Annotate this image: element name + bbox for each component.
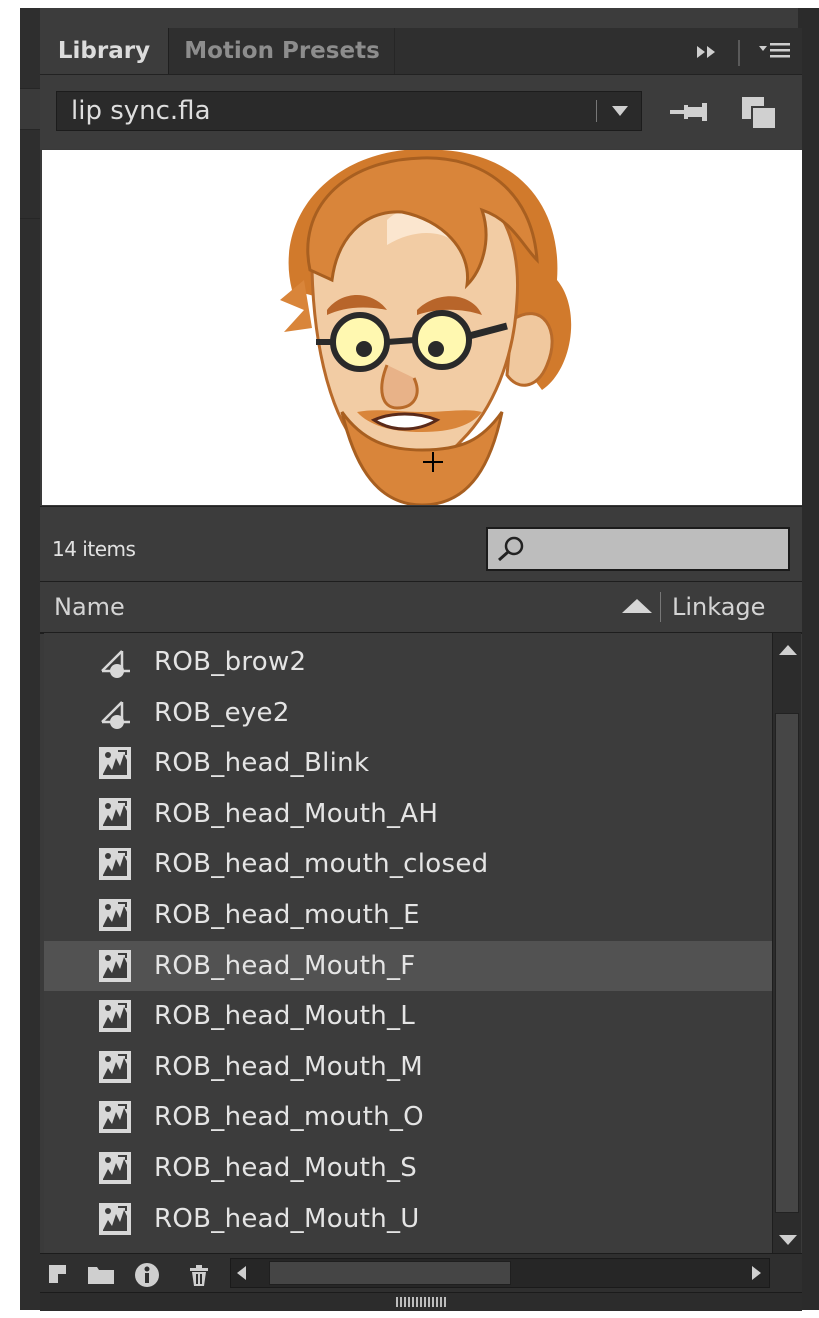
search-input[interactable] xyxy=(486,527,790,571)
panel-controls xyxy=(695,28,792,74)
list-item-label: ROB_head_mouth_closed xyxy=(154,849,489,880)
control-separator xyxy=(737,39,740,66)
list-item-label: ROB_head_Mouth_U xyxy=(154,1203,420,1234)
list-item-label: ROB_head_mouth_O xyxy=(154,1102,424,1133)
list-item[interactable]: ROB_head_Blink xyxy=(44,738,772,788)
new-library-panel-icon[interactable] xyxy=(738,93,778,131)
movieclip-symbol-icon xyxy=(98,949,132,983)
list-item[interactable]: ROB_head_Mouth_F xyxy=(44,940,772,991)
symbol-preview xyxy=(42,150,802,505)
movieclip-symbol-icon xyxy=(98,999,132,1033)
list-item[interactable]: ROB_head_Mouth_L xyxy=(44,991,772,1041)
list-item-label: ROB_head_Blink xyxy=(154,748,370,779)
movieclip-symbol-icon xyxy=(98,1050,132,1084)
new-folder-icon[interactable] xyxy=(86,1262,114,1286)
list-item[interactable]: ROB_head_Mouth_AH xyxy=(44,789,772,839)
list-item-label: ROB_head_Mouth_AH xyxy=(154,798,439,829)
item-count: 14 items xyxy=(52,537,136,561)
new-symbol-icon[interactable] xyxy=(46,1262,72,1286)
scroll-up-icon[interactable] xyxy=(779,645,797,655)
list-item-label: ROB_head_Mouth_M xyxy=(154,1051,424,1082)
movieclip-symbol-icon xyxy=(98,1151,132,1185)
list-item[interactable]: ROB_head_mouth_E xyxy=(44,890,772,940)
horizontal-scroll-thumb[interactable] xyxy=(269,1261,511,1285)
scroll-right-icon[interactable] xyxy=(752,1266,761,1280)
document-row: lip sync.fla xyxy=(40,75,802,149)
library-item-list: ROB_brow2 ROB_eye2 ROB_head_Blink ROB_head_… xyxy=(44,633,772,1253)
column-header-name[interactable]: Name xyxy=(54,582,125,632)
movieclip-symbol-icon xyxy=(98,1100,132,1134)
list-item[interactable]: ROB_eye2 xyxy=(44,688,772,738)
library-panel: Library Motion Presets lip sync.fla 14 i… xyxy=(40,28,802,1311)
delete-icon[interactable] xyxy=(186,1262,212,1286)
panel-tab-bar: Library Motion Presets xyxy=(40,28,802,75)
list-item[interactable]: ROB_brow2 xyxy=(44,637,772,687)
list-item[interactable]: ROB_head_Mouth_M xyxy=(44,1042,772,1092)
chevron-down-icon[interactable] xyxy=(607,98,633,124)
properties-icon[interactable] xyxy=(134,1262,160,1287)
pin-library-icon[interactable] xyxy=(668,97,712,127)
list-item[interactable]: ROB_head_mouth_closed xyxy=(44,839,772,889)
search-icon xyxy=(498,536,524,562)
list-item[interactable]: ROB_head_mouth_O xyxy=(44,1092,772,1142)
resize-grip-icon[interactable] xyxy=(396,1297,446,1307)
graphic-symbol-icon xyxy=(98,696,132,730)
sort-ascending-icon[interactable] xyxy=(622,599,652,613)
double-chevron-right-icon[interactable] xyxy=(695,30,719,76)
list-item[interactable]: ROB_head_Mouth_U xyxy=(44,1194,772,1244)
select-divider xyxy=(596,100,597,122)
library-info-row: 14 items xyxy=(40,506,802,581)
scroll-left-icon[interactable] xyxy=(237,1266,246,1280)
panel-menu-icon[interactable] xyxy=(758,30,792,76)
graphic-symbol-icon xyxy=(98,645,132,679)
library-bottom-toolbar xyxy=(40,1253,802,1292)
horizontal-scrollbar[interactable] xyxy=(230,1258,770,1288)
movieclip-symbol-icon xyxy=(98,746,132,780)
list-item[interactable]: ROB_head_Mouth_S xyxy=(44,1143,772,1193)
list-item-label: ROB_brow2 xyxy=(154,647,307,677)
list-item-label: ROB_head_Mouth_S xyxy=(154,1153,418,1183)
panel-resize-bar[interactable] xyxy=(40,1292,802,1311)
left-dock-strip xyxy=(20,8,40,1310)
list-item-label: ROB_head_Mouth_L xyxy=(154,1001,416,1032)
document-select[interactable]: lip sync.fla xyxy=(56,91,642,131)
movieclip-symbol-icon xyxy=(98,847,132,881)
document-select-value: lip sync.fla xyxy=(71,96,211,126)
vertical-scroll-thumb[interactable] xyxy=(775,713,799,1213)
movieclip-symbol-icon xyxy=(98,1202,132,1236)
character-head-image xyxy=(280,150,572,505)
list-header: Name Linkage xyxy=(40,581,802,634)
scroll-down-icon[interactable] xyxy=(779,1235,797,1245)
movieclip-symbol-icon xyxy=(98,797,132,831)
list-item-label: ROB_head_mouth_E xyxy=(154,900,420,930)
tab-library[interactable]: Library xyxy=(40,28,169,74)
list-item-label: ROB_head_Mouth_F xyxy=(154,950,416,981)
vertical-scrollbar[interactable] xyxy=(772,633,801,1253)
movieclip-symbol-icon xyxy=(98,898,132,932)
tab-motion-presets[interactable]: Motion Presets xyxy=(170,28,395,74)
list-item-label: ROB_eye2 xyxy=(154,697,290,728)
column-header-linkage[interactable]: Linkage xyxy=(672,582,765,632)
column-divider[interactable] xyxy=(660,592,661,622)
